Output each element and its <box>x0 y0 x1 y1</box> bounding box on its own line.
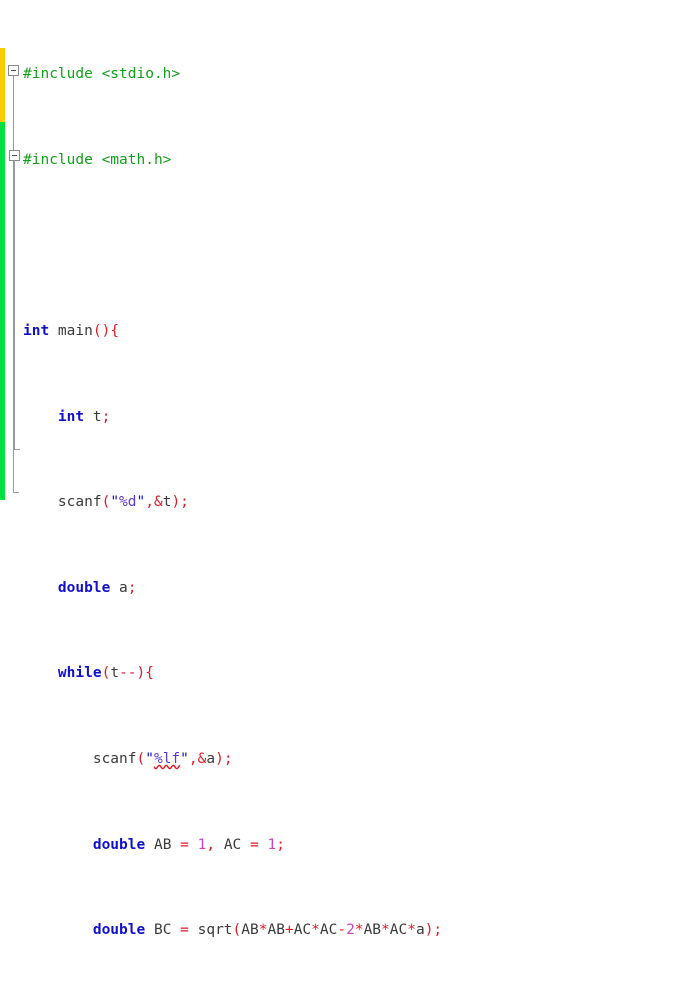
token-preprocessor: #include <math.h> <box>23 152 171 168</box>
fold-endcap-while <box>14 449 20 450</box>
token-keyword: int <box>23 323 49 339</box>
token-format-specifier: %d <box>119 494 136 510</box>
token-preprocessor: #include <stdio.h> <box>23 66 180 82</box>
code-line[interactable]: double a; <box>23 578 693 599</box>
code-line[interactable]: #include <stdio.h> <box>23 64 693 85</box>
code-line[interactable]: double AB = 1, AC = 1; <box>23 835 693 856</box>
code-line[interactable]: scanf("%lf",&a); <box>23 749 693 770</box>
token-keyword: double <box>93 922 145 938</box>
code-line[interactable]: #include <math.h> <box>23 150 693 171</box>
token-format-specifier-error: %lf <box>154 751 180 767</box>
fold-toggle-main[interactable] <box>8 65 19 76</box>
token-keyword: double <box>58 580 110 596</box>
token-keyword: int <box>58 409 84 425</box>
token-number: 1 <box>267 837 276 853</box>
fold-toggle-while[interactable] <box>9 150 20 161</box>
token-keyword: while <box>58 665 102 681</box>
code-line[interactable]: double BC = sqrt(AB*AB+AC*AC-2*AB*AC*a); <box>23 920 693 941</box>
code-content[interactable]: #include <stdio.h> #include <math.h> int… <box>23 0 693 1008</box>
token-keyword: double <box>93 837 145 853</box>
token-number: 2 <box>346 922 355 938</box>
fold-line-while <box>14 161 15 449</box>
code-line-blank[interactable] <box>23 235 693 256</box>
code-line[interactable]: scanf("%d",&t); <box>23 492 693 513</box>
fold-gutter[interactable] <box>5 0 23 504</box>
code-editor[interactable]: #include <stdio.h> #include <math.h> int… <box>0 0 693 504</box>
code-line[interactable]: int main(){ <box>23 321 693 342</box>
code-line[interactable]: while(t--){ <box>23 663 693 684</box>
fold-endcap-main <box>13 492 19 493</box>
code-line[interactable]: double BD = BC/2.0; <box>23 1006 693 1008</box>
code-line[interactable]: int t; <box>23 407 693 428</box>
token-number: 1 <box>198 837 207 853</box>
